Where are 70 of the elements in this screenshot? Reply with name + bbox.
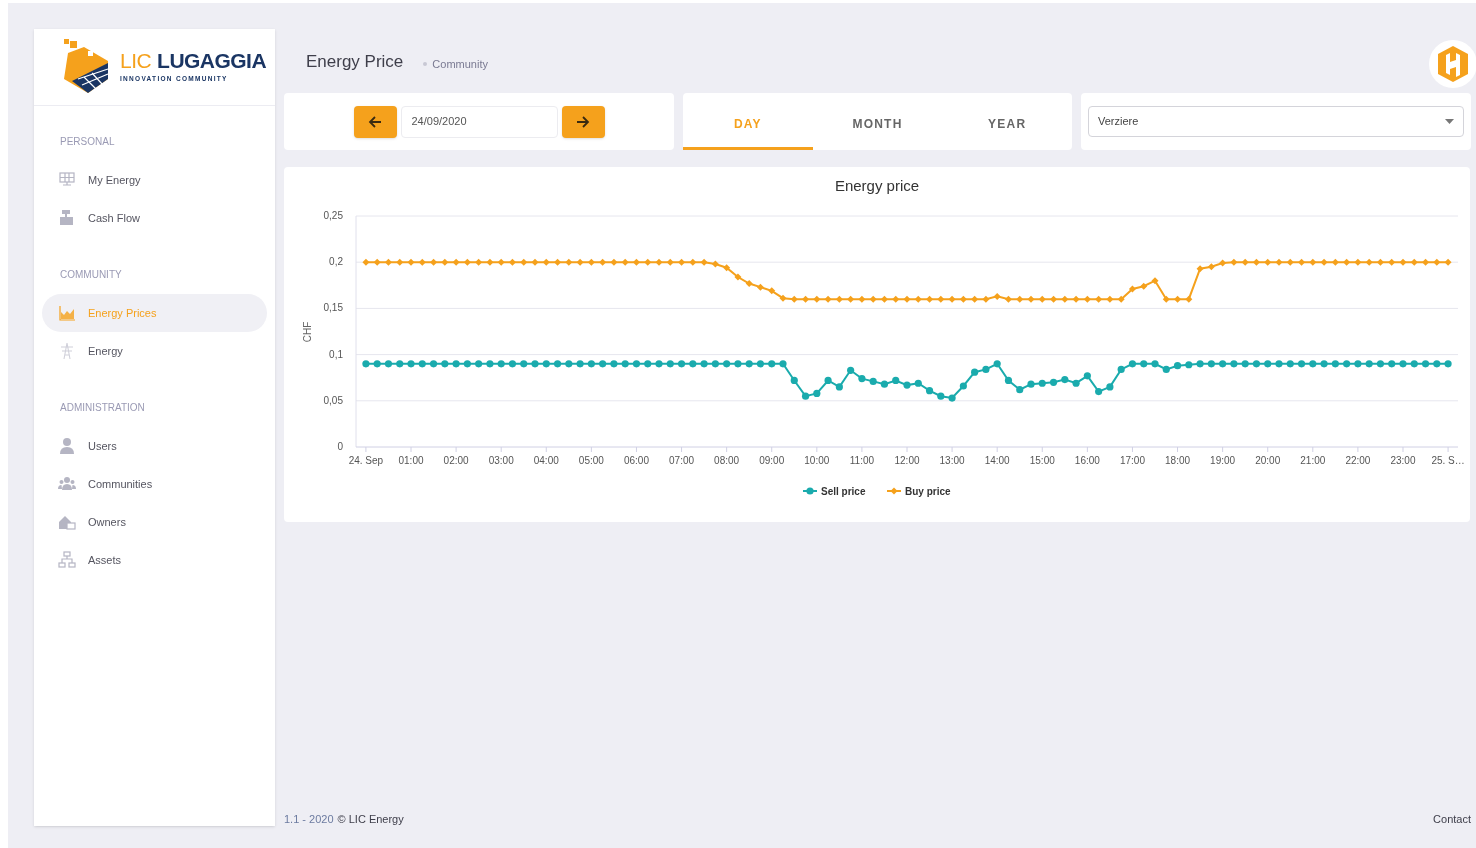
house-icon <box>58 513 76 531</box>
arrow-left-icon <box>368 114 382 129</box>
period-tab[interactable]: YEAR <box>942 101 1072 150</box>
previous-day-button[interactable] <box>353 105 397 138</box>
x-tick-label: 06:00 <box>623 455 649 466</box>
x-tick-label: 07:00 <box>669 455 695 466</box>
x-tick-label: 03:00 <box>488 455 514 466</box>
y-tick-label: 0,05 <box>323 394 343 406</box>
section-heading: COMMUNITY <box>59 268 123 282</box>
section-heading: ADMINISTRATION <box>59 401 146 415</box>
x-tick-label: 24. Sep <box>348 455 384 466</box>
caret-icon <box>1445 119 1454 124</box>
logo-text: LIC <box>120 50 152 72</box>
cash-register-icon <box>58 209 76 227</box>
x-tick-label: 12:00 <box>894 455 920 466</box>
x-tick-label: 02:00 <box>443 455 469 466</box>
y-tick-label: 0,1 <box>329 348 343 360</box>
sidebar-item[interactable]: Users <box>42 427 267 465</box>
users-group-icon <box>58 475 76 493</box>
copyright-text: © LIC Energy <box>337 812 404 827</box>
version-text: 1.1 - 2020 <box>284 812 334 827</box>
logo-text: LUGAGGIA <box>157 50 267 72</box>
arrow-right-icon <box>576 114 590 129</box>
user-icon <box>58 437 76 455</box>
network-icon <box>58 551 76 569</box>
x-tick-label: 09:00 <box>759 455 785 466</box>
y-tick-label: 0 <box>337 441 343 452</box>
sidebar-item[interactable]: My Energy <box>42 161 267 199</box>
sidebar-item[interactable]: Owners <box>42 503 267 541</box>
legend-item: Sell price <box>821 486 866 497</box>
hexagon-h-icon <box>1436 45 1470 83</box>
x-tick-label: 05:00 <box>578 455 604 466</box>
x-tick-label: 21:00 <box>1300 455 1326 466</box>
breadcrumb-link[interactable]: Community <box>432 55 488 72</box>
x-tick-label: 08:00 <box>714 455 740 466</box>
x-tick-label: 13:00 <box>939 455 965 466</box>
x-tick-label: 25. S… <box>1431 455 1465 466</box>
period-tab[interactable]: MONTH <box>812 101 943 150</box>
x-tick-label: 16:00 <box>1074 455 1100 466</box>
x-tick-label: 10:00 <box>804 455 830 466</box>
x-tick-label: 01:00 <box>398 455 424 466</box>
area-chart-icon <box>58 304 76 322</box>
solar-panel-icon <box>58 171 76 189</box>
contact-link[interactable]: Contact <box>1433 811 1471 828</box>
sidebar-item[interactable]: Assets <box>42 541 267 579</box>
sidebar-item[interactable]: Communities <box>42 465 267 503</box>
site-dropdown[interactable]: Verziere <box>1088 106 1464 137</box>
x-tick-label: 15:00 <box>1029 455 1055 466</box>
power-pylon-icon <box>58 342 76 360</box>
x-tick-label: 11:00 <box>849 455 875 466</box>
x-tick-label: 20:00 <box>1255 455 1281 466</box>
sidebar-item[interactable]: Energy <box>42 332 267 370</box>
x-tick-label: 22:00 <box>1345 455 1371 466</box>
x-tick-label: 18:00 <box>1165 455 1191 466</box>
sidebar-item[interactable]: Cash Flow <box>42 199 267 237</box>
chart-title: Energy price <box>834 177 920 194</box>
y-tick-label: 0,15 <box>323 302 343 314</box>
legend-item: Buy price <box>905 486 951 497</box>
x-tick-label: 19:00 <box>1210 455 1236 466</box>
y-axis-label: CHF <box>302 321 313 343</box>
next-day-button[interactable] <box>561 105 605 138</box>
x-tick-label: 23:00 <box>1390 455 1416 466</box>
x-tick-label: 14:00 <box>984 455 1010 466</box>
page-title: Energy Price <box>306 50 404 73</box>
y-tick-label: 0,25 <box>323 210 343 221</box>
x-tick-label: 04:00 <box>533 455 559 466</box>
date-field[interactable]: 24/09/2020 <box>400 105 558 138</box>
y-tick-label: 0,2 <box>329 256 343 268</box>
x-tick-label: 17:00 <box>1119 455 1145 466</box>
section-heading: PERSONAL <box>59 135 116 149</box>
